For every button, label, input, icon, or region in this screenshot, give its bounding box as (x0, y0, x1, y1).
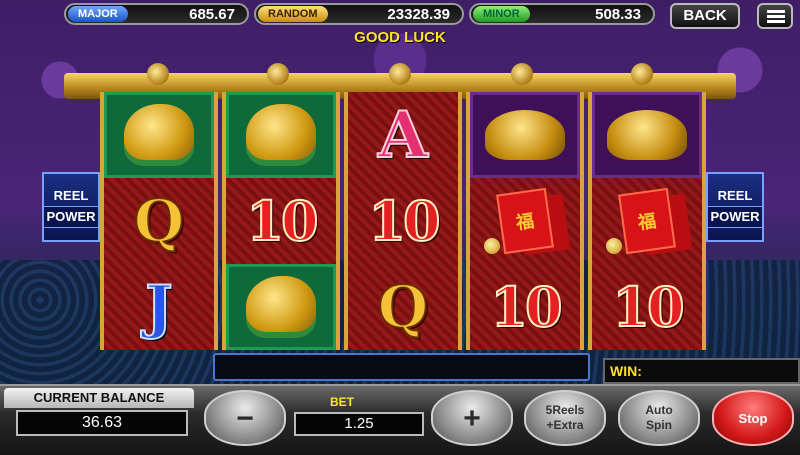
roof-ornament (147, 63, 169, 85)
bet-value: 1.25 (294, 412, 424, 436)
foo-dog-icon (246, 276, 316, 338)
symbol-q: Q (348, 264, 458, 350)
message-box (213, 353, 590, 381)
symbol-q: Q (104, 178, 214, 264)
turtle-icon (485, 110, 565, 160)
slot-reels[interactable]: Q J 10 A 10 Q 福 10 福 10 (100, 92, 706, 350)
jackpot-minor-label: MINOR (473, 6, 530, 22)
reel: 10 (222, 92, 340, 350)
symbol-label: J (144, 272, 173, 342)
reel-power-line2: POWER (708, 206, 762, 228)
coin-icon (484, 238, 500, 254)
jackpot-random-label: RANDOM (258, 6, 328, 22)
reel-power-line1: REEL (717, 188, 753, 203)
symbol-foo-dog (226, 92, 336, 178)
bet-label: BET (330, 395, 354, 409)
roof-ornament (267, 63, 289, 85)
win-box: WIN: (603, 358, 800, 384)
reel-power-line1: REEL (53, 188, 89, 203)
reel-power-right-panel: REEL POWER (706, 172, 764, 242)
roof-ornament (389, 63, 411, 85)
symbol-turtle (592, 92, 702, 178)
jackpot-random: RANDOM 23328.39 (254, 3, 464, 25)
symbol-label: 10 (611, 274, 685, 340)
win-label: WIN: (610, 363, 642, 379)
status-message: GOOD LUCK (354, 29, 446, 46)
reel: 福 10 (466, 92, 584, 350)
stop-button[interactable]: Stop (712, 390, 794, 446)
five-reels-extra-button[interactable]: 5Reels +Extra (524, 390, 606, 446)
symbol-label: 10 (245, 188, 319, 254)
symbol-10: 10 (592, 264, 702, 350)
bet-increase-button[interactable]: + (431, 390, 513, 446)
reel: A 10 Q (344, 92, 462, 350)
auto-spin-line1: Auto (645, 403, 673, 417)
symbol-red-envelope: 福 (470, 178, 580, 264)
red-envelope-icon: 福 (618, 187, 676, 255)
symbol-label: Q (377, 272, 430, 342)
symbol-10: 10 (226, 178, 336, 264)
symbol-foo-dog (226, 264, 336, 350)
jackpot-minor-value: 508.33 (595, 5, 641, 23)
symbol-foo-dog (104, 92, 214, 178)
auto-spin-line2: Spin (645, 418, 672, 432)
jackpot-minor: MINOR 508.33 (469, 3, 655, 25)
symbol-turtle (470, 92, 580, 178)
turtle-icon (607, 110, 687, 160)
jackpot-major-value: 685.67 (189, 5, 235, 23)
current-balance-label: CURRENT BALANCE (4, 388, 194, 408)
roof-ornament (511, 63, 533, 85)
symbol-10: 10 (470, 264, 580, 350)
roof-ornament (631, 63, 653, 85)
symbol-label: Q (133, 186, 186, 256)
jackpot-major-label: MAJOR (68, 6, 128, 22)
current-balance-value: 36.63 (16, 410, 188, 436)
menu-button[interactable] (757, 3, 793, 29)
symbol-red-envelope: 福 (592, 178, 702, 264)
foo-dog-icon (246, 104, 316, 166)
auto-spin-button[interactable]: Auto Spin (618, 390, 700, 446)
symbol-label: A (377, 97, 429, 174)
reel: QJ (100, 92, 218, 350)
five-reels-extra-line1: 5Reels (545, 403, 585, 417)
jackpot-major: MAJOR 685.67 (64, 3, 249, 25)
bet-decrease-button[interactable]: − (204, 390, 286, 446)
symbol-a: A (348, 92, 458, 178)
back-button[interactable]: BACK (670, 3, 740, 29)
symbol-j: J (104, 264, 214, 350)
reel-power-left-panel: REEL POWER (42, 172, 100, 242)
red-envelope-icon: 福 (496, 187, 554, 255)
jackpot-random-value: 23328.39 (387, 5, 450, 23)
symbol-10: 10 (348, 178, 458, 264)
reel: 福 10 (588, 92, 706, 350)
symbol-label: 10 (367, 188, 441, 254)
top-bar: MAJOR 685.67 RANDOM 23328.39 MINOR 508.3… (0, 0, 800, 30)
foo-dog-icon (124, 104, 194, 166)
menu-icon (767, 10, 785, 13)
coin-icon (606, 238, 622, 254)
symbol-label: 10 (489, 274, 563, 340)
reel-power-line2: POWER (44, 206, 98, 228)
five-reels-extra-line2: +Extra (546, 418, 584, 432)
